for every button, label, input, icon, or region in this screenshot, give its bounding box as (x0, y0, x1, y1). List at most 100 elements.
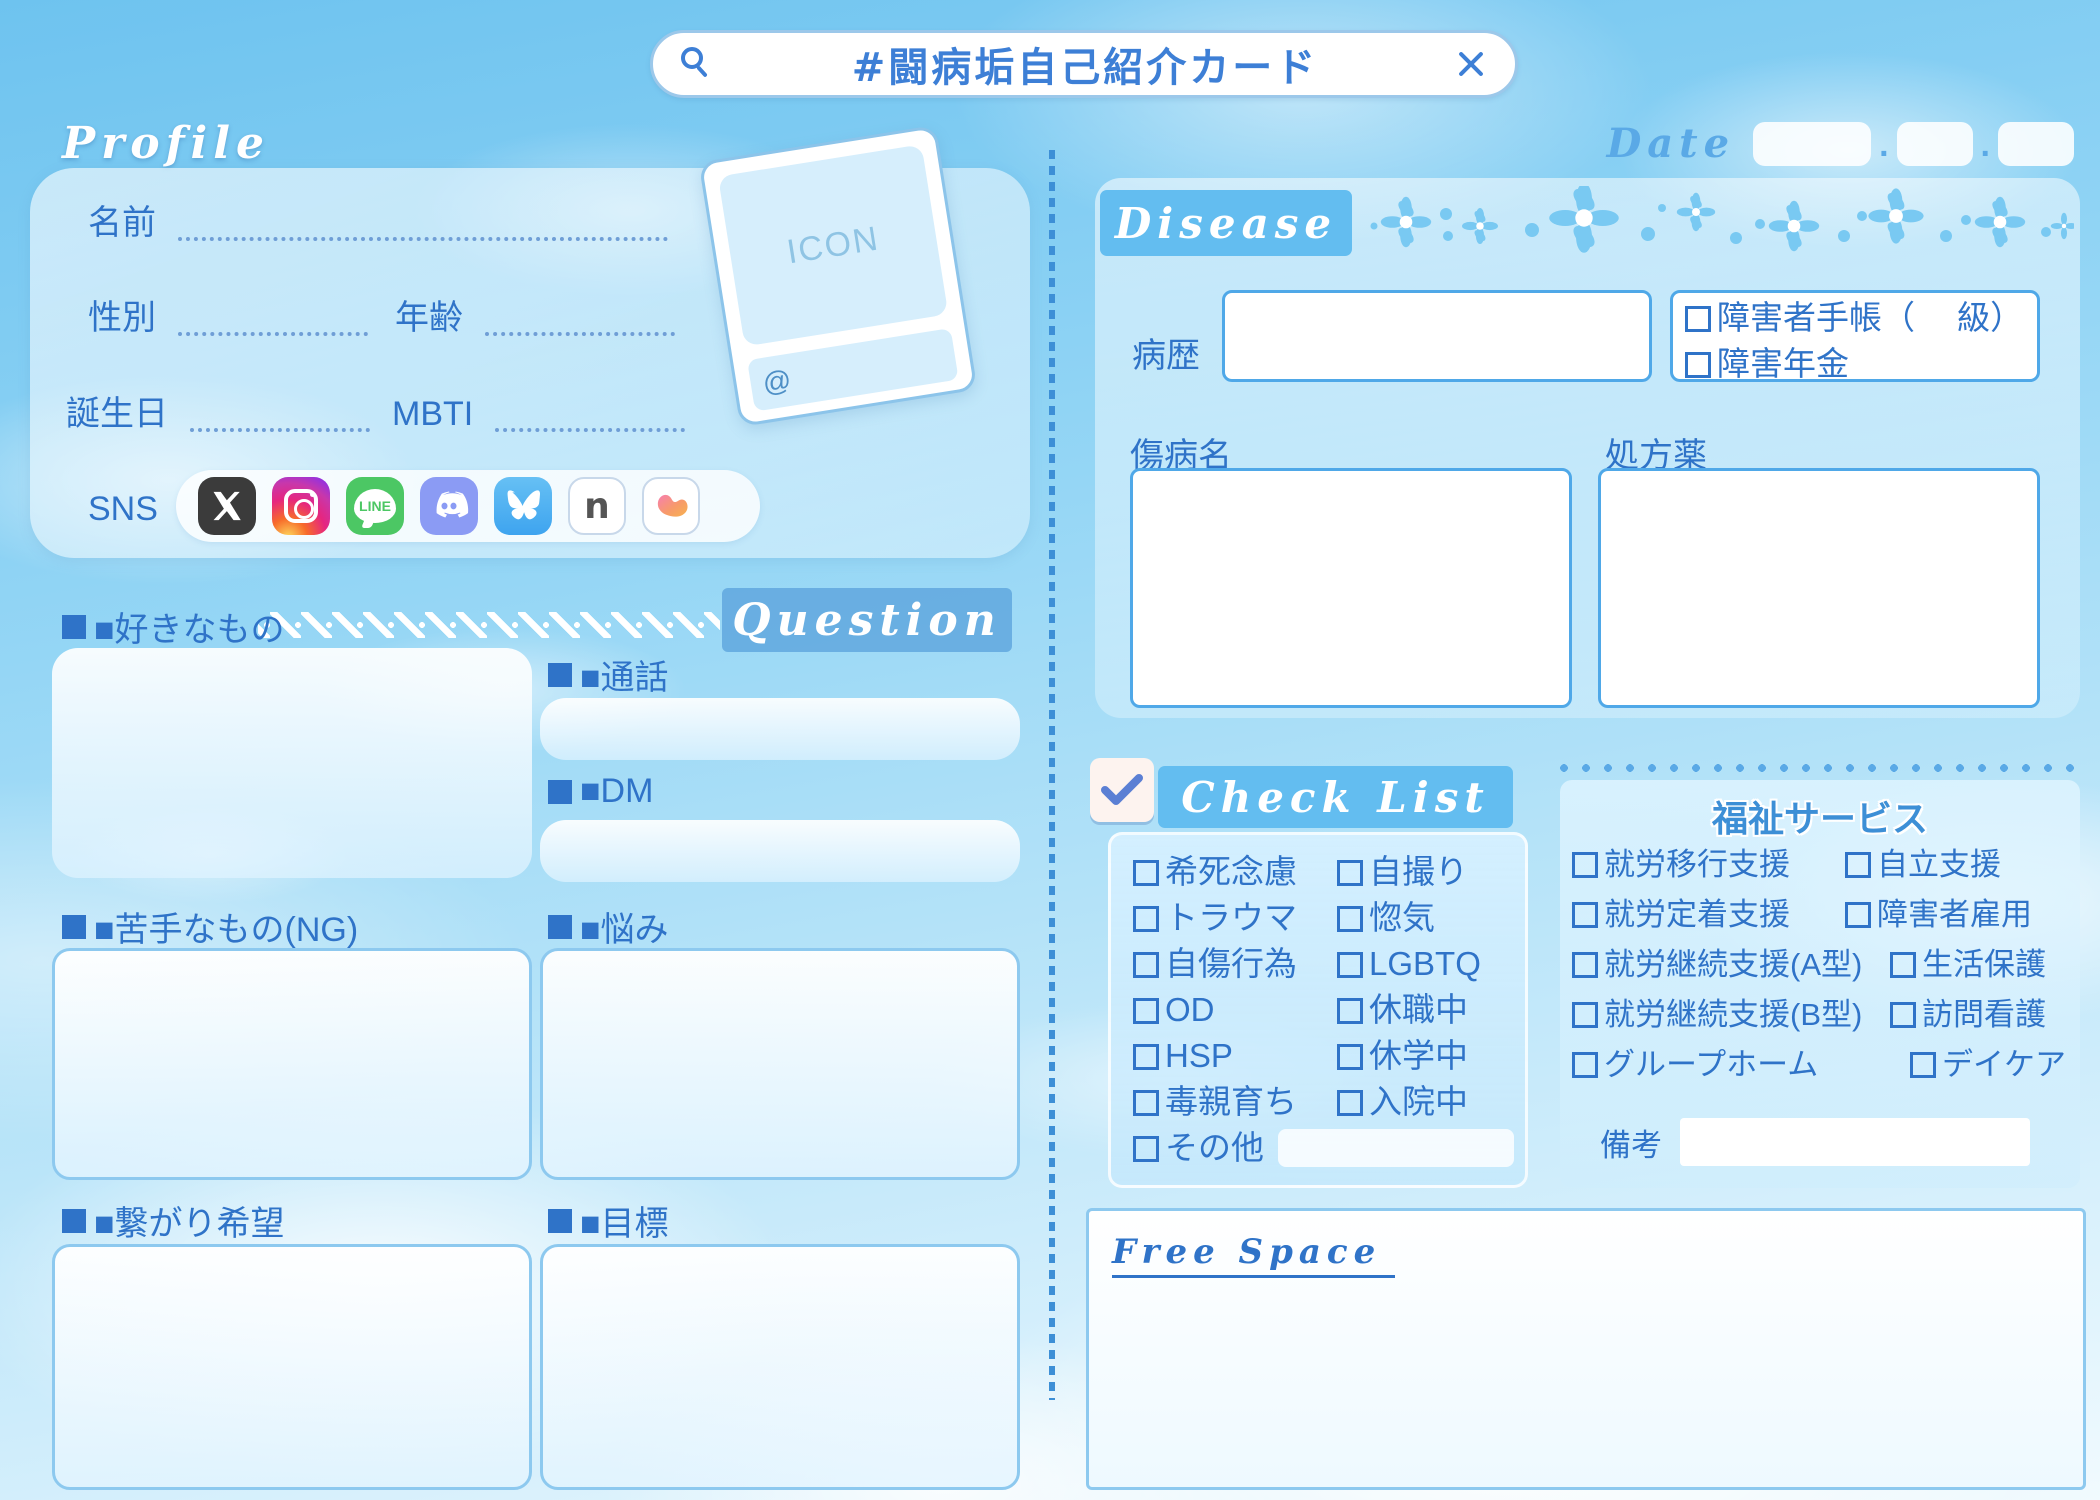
checkbox-icon[interactable] (1337, 1044, 1363, 1070)
title-search-bar[interactable]: #闘病垢自己紹介カード (650, 30, 1518, 98)
note-icon[interactable]: n (568, 477, 626, 535)
welfare-item[interactable]: 就労定着支援 (1572, 890, 1862, 940)
checklist-other-row: その他 (1133, 1125, 1514, 1171)
checklist-other-label: その他 (1165, 1129, 1264, 1166)
welfare-item-label: 自立支援 (1877, 847, 2001, 882)
checklist-item[interactable]: LGBTQ (1337, 941, 1481, 987)
checklist-item[interactable]: HSP (1133, 1033, 1297, 1079)
welfare-item-label: 訪問看護 (1922, 997, 2046, 1032)
icon-placeholder[interactable]: ICON (718, 144, 948, 346)
checklist-item[interactable]: 休職中 (1337, 987, 1481, 1033)
checkbox-icon[interactable] (1337, 998, 1363, 1024)
free-space-label: Free Space (1112, 1232, 1395, 1278)
checklist-item[interactable]: OD (1133, 987, 1297, 1033)
checkbox-icon[interactable] (1910, 1052, 1936, 1078)
checklist-item-other[interactable]: その他 (1133, 1125, 1264, 1171)
question-label-favorites-text: ■好きなもの (94, 602, 285, 651)
mixi2-icon[interactable] (642, 477, 700, 535)
discord-icon[interactable] (420, 477, 478, 535)
checkbox-icon[interactable] (1685, 306, 1711, 332)
welfare-item[interactable]: 生活保護 (1890, 940, 2066, 990)
checkbox-icon[interactable] (1337, 860, 1363, 886)
disease-check-pension[interactable]: 障害年金 (1685, 341, 2037, 387)
disease-heading: Disease (1100, 190, 1352, 256)
checkbox-icon[interactable] (1133, 998, 1159, 1024)
profile-input-birthday[interactable] (190, 402, 370, 432)
icon-upload-card[interactable]: ICON @ (699, 125, 978, 427)
line-icon[interactable]: LINE (346, 477, 404, 535)
question-heading: Question (722, 588, 1012, 652)
checkbox-icon[interactable] (1572, 902, 1598, 928)
checklist-item[interactable]: 惚気 (1337, 895, 1481, 941)
x-twitter-icon[interactable] (198, 477, 256, 535)
question-input-ng[interactable] (52, 948, 532, 1180)
checkbox-icon[interactable] (1572, 1052, 1598, 1078)
question-input-dm[interactable] (540, 820, 1020, 882)
checklist-item[interactable]: 休学中 (1337, 1033, 1481, 1079)
checkbox-icon[interactable] (1337, 906, 1363, 932)
checkbox-icon[interactable] (1890, 952, 1916, 978)
question-label-dm: ■DM (548, 772, 653, 811)
checklist-other-input[interactable] (1278, 1129, 1514, 1167)
checklist-item[interactable]: 入院中 (1337, 1079, 1481, 1125)
question-label-call-text: ■通話 (580, 650, 669, 699)
checkbox-icon[interactable] (1572, 952, 1598, 978)
checklist-item-label: 毒親育ち (1165, 1083, 1297, 1120)
welfare-item[interactable]: 就労継続支援(B型) (1572, 990, 1862, 1040)
disease-input-medicine[interactable] (1598, 468, 2040, 708)
bluesky-butterfly-icon[interactable] (494, 477, 552, 535)
checkbox-icon[interactable] (1890, 1002, 1916, 1028)
checkbox-icon[interactable] (1337, 952, 1363, 978)
date-field-group: Date . . (1607, 120, 2074, 167)
date-year-input[interactable] (1753, 122, 1871, 166)
disease-input-history[interactable] (1222, 290, 1652, 382)
welfare-item[interactable]: デイケア (1910, 1040, 2066, 1090)
checkbox-icon[interactable] (1133, 906, 1159, 932)
disease-input-name[interactable] (1130, 468, 1572, 708)
checkbox-icon[interactable] (1685, 352, 1711, 378)
checkbox-icon[interactable] (1572, 852, 1598, 878)
close-icon[interactable] (1455, 48, 1487, 80)
profile-heading: Profile (62, 118, 270, 169)
welfare-item[interactable]: 訪問看護 (1890, 990, 2066, 1040)
instagram-icon[interactable] (272, 477, 330, 535)
question-input-goal[interactable] (540, 1244, 1020, 1490)
welfare-note-input[interactable] (1680, 1118, 2030, 1166)
checklist-column-left: 希死念慮 トラウマ 自傷行為 OD HSP 毒親育ち (1133, 849, 1297, 1125)
question-label-call: ■通話 (548, 650, 669, 699)
date-month-input[interactable] (1897, 122, 1973, 166)
question-input-connection[interactable] (52, 1244, 532, 1490)
profile-label-birthday: 誕生日 (66, 396, 168, 432)
question-input-worry[interactable] (540, 948, 1020, 1180)
profile-input-name[interactable] (178, 211, 668, 241)
profile-input-gender[interactable] (178, 306, 368, 336)
checklist-item[interactable]: 自撮り (1337, 849, 1481, 895)
date-separator-2: . (1981, 126, 1990, 167)
checkbox-icon[interactable] (1337, 1090, 1363, 1116)
checkbox-icon[interactable] (1845, 902, 1871, 928)
question-input-call[interactable] (540, 698, 1020, 760)
question-label-goal: ■目標 (548, 1196, 669, 1245)
welfare-item[interactable]: グループホーム (1572, 1040, 1862, 1090)
welfare-item[interactable]: 自立支援 (1845, 840, 2066, 890)
welfare-item[interactable]: 就労継続支援(A型) (1572, 940, 1862, 990)
checklist-item[interactable]: 自傷行為 (1133, 941, 1297, 987)
checkbox-icon[interactable] (1133, 1136, 1159, 1162)
date-day-input[interactable] (1998, 122, 2074, 166)
checkbox-icon[interactable] (1133, 952, 1159, 978)
checkbox-icon[interactable] (1133, 1044, 1159, 1070)
welfare-item[interactable]: 就労移行支援 (1572, 840, 1862, 890)
disease-check-handbook[interactable]: 障害者手帳（ 級） (1685, 295, 2037, 341)
profile-input-age[interactable] (485, 306, 675, 336)
checkbox-icon[interactable] (1572, 1002, 1598, 1028)
checkbox-icon[interactable] (1133, 1090, 1159, 1116)
checklist-item[interactable]: 毒親育ち (1133, 1079, 1297, 1125)
column-divider (1049, 150, 1055, 1400)
checklist-item[interactable]: 希死念慮 (1133, 849, 1297, 895)
question-input-favorites[interactable] (52, 648, 532, 878)
checkbox-icon[interactable] (1133, 860, 1159, 886)
checkbox-icon[interactable] (1845, 852, 1871, 878)
welfare-item[interactable]: 障害者雇用 (1845, 890, 2066, 940)
profile-input-mbti[interactable] (495, 402, 685, 432)
checklist-item[interactable]: トラウマ (1133, 895, 1297, 941)
